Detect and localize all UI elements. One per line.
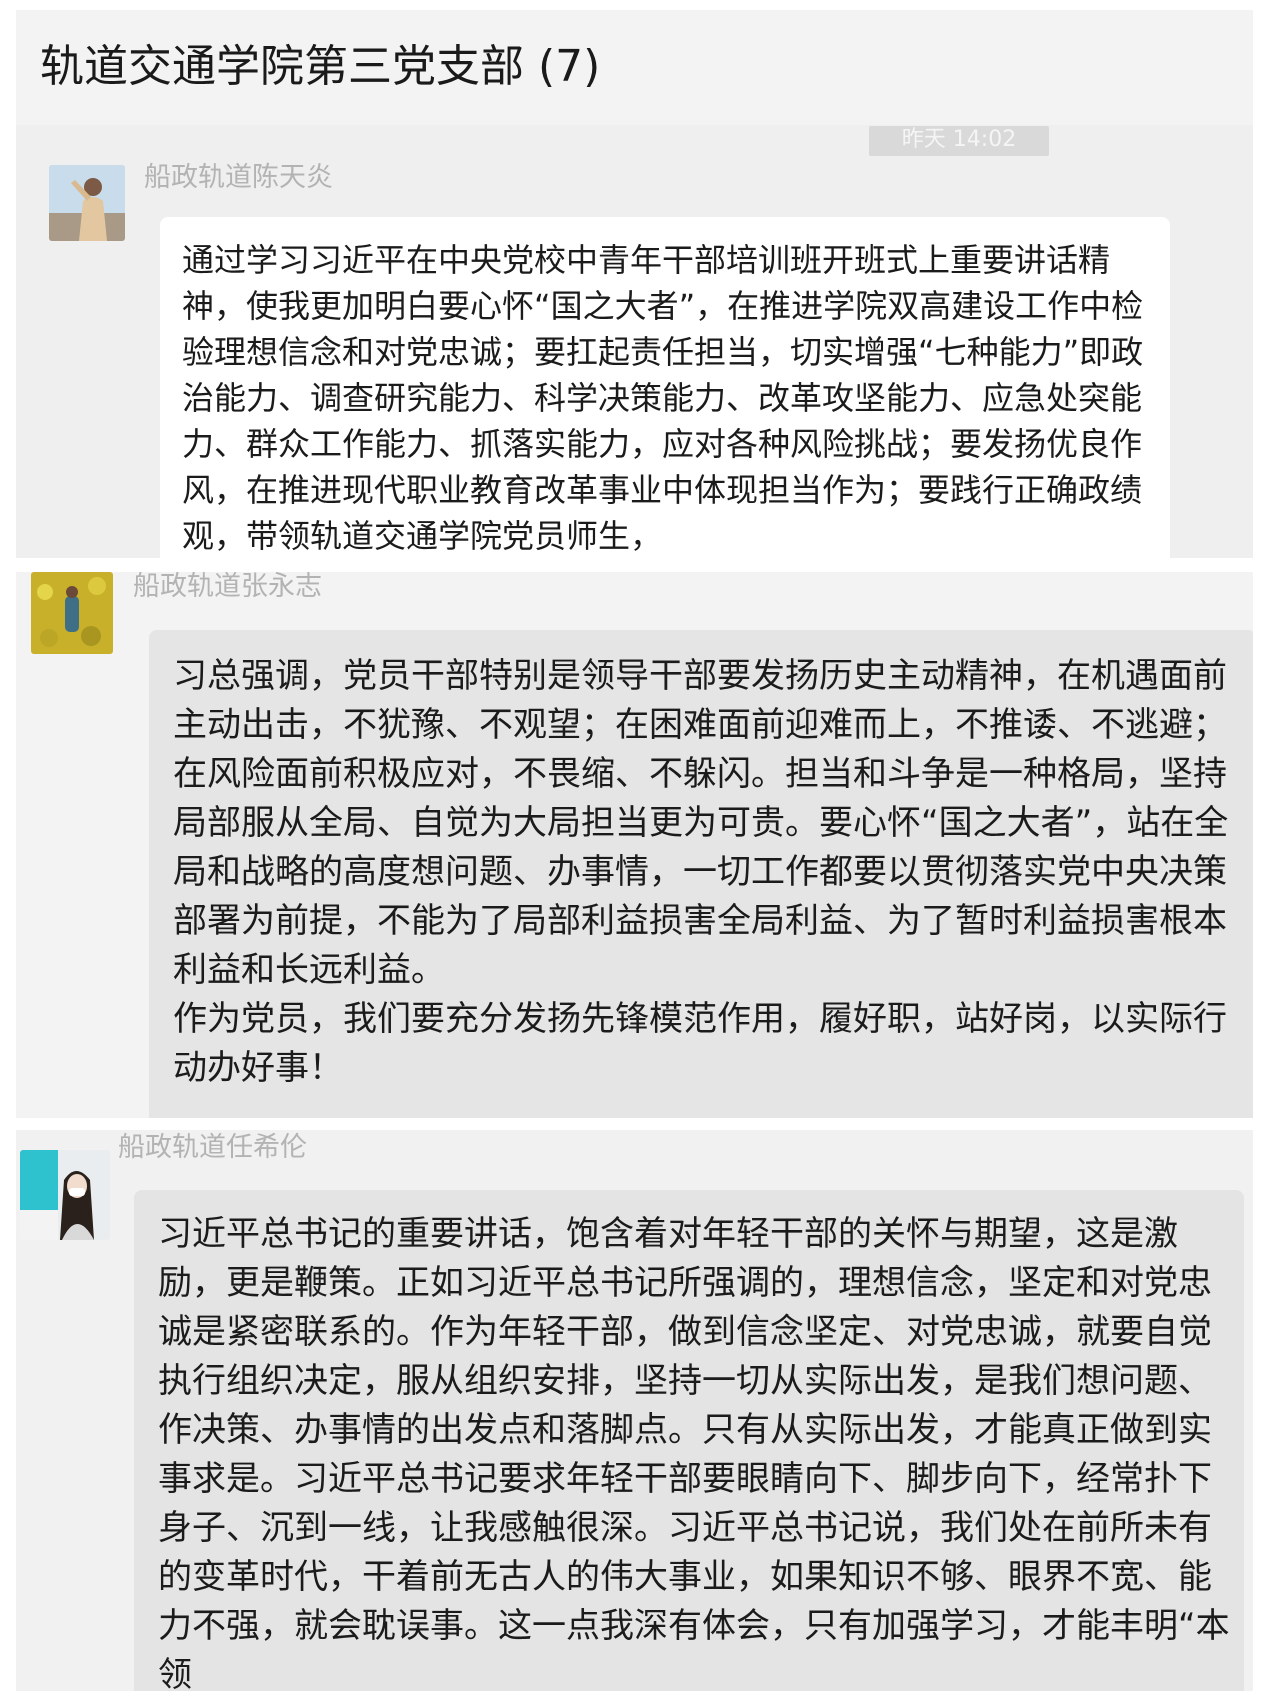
chat-header: 轨道交通学院第三党支部 (7) [16, 10, 1253, 125]
message-bubble[interactable]: 通过学习习近平在中央党校中青年干部培训班开班式上重要讲话精神，使我更加明白要心怀… [160, 217, 1170, 558]
message-bubble[interactable]: 习近平总书记的重要讲话，饱含着对年轻干部的关怀与期望，这是激励，更是鞭策。正如习… [134, 1190, 1244, 1691]
chat-screenshot-2: 船政轨道张永志 习总强调，党员干部特别是领导干部要发扬历史主动精神，在机遇面前主… [16, 572, 1253, 1118]
sender-name: 船政轨道张永志 [133, 572, 322, 602]
sender-name: 船政轨道陈天炎 [144, 162, 333, 193]
message-text: 通过学习习近平在中央党校中青年干部培训班开班式上重要讲话精神，使我更加明白要心怀… [182, 241, 1144, 555]
chat-screenshot-3: 船政轨道任希伦 习近平总书记的重要讲话，饱含着对年轻干部的关怀与期望，这是激励，… [16, 1130, 1253, 1691]
avatar-photo-icon [20, 1150, 110, 1240]
timestamp-chip: 昨天 14:02 [869, 126, 1049, 156]
avatar[interactable] [20, 1150, 110, 1240]
message-text: 习总强调，党员干部特别是领导干部要发扬历史主动精神，在机遇面前主动出击，不犹豫、… [173, 656, 1229, 1088]
avatar[interactable] [31, 572, 113, 654]
avatar[interactable] [49, 165, 125, 241]
avatar-photo-icon [31, 572, 113, 654]
group-chat-title: 轨道交通学院第三党支部 (7) [40, 41, 601, 92]
chat-screenshot-1: 轨道交通学院第三党支部 (7) 昨天 14:02 船政轨道陈天炎 通过学习习近平… [16, 10, 1253, 558]
message-text: 习近平总书记的重要讲话，饱含着对年轻干部的关怀与期望，这是激励，更是鞭策。正如习… [158, 1214, 1230, 1691]
sender-name: 船政轨道任希伦 [118, 1132, 307, 1163]
avatar-photo-icon [49, 165, 125, 241]
message-bubble[interactable]: 习总强调，党员干部特别是领导干部要发扬历史主动精神，在机遇面前主动出击，不犹豫、… [149, 630, 1253, 1118]
